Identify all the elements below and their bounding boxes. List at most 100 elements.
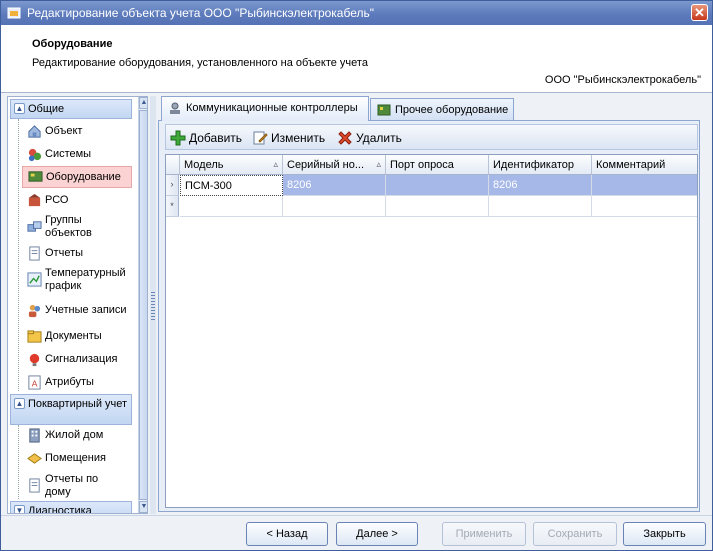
plus-icon (170, 130, 186, 146)
column-header-comment[interactable]: Комментарий (592, 155, 697, 175)
sidebar-group-label: Поквартирный учет (28, 398, 128, 410)
table-cell[interactable] (592, 196, 697, 217)
sidebar-item-equipment[interactable]: Оборудование (22, 166, 132, 188)
new-row-indicator[interactable]: * (166, 196, 179, 217)
sidebar-item-reports[interactable]: Отчеты (22, 245, 132, 263)
sidebar-item-label: Атрибуты (45, 376, 94, 388)
sidebar-item-label: Отчеты по дому (45, 473, 99, 498)
controller-icon (170, 102, 180, 114)
scroll-down-icon[interactable]: ▼ (139, 501, 147, 513)
sidebar-item-groups[interactable]: Группы объектов (22, 213, 132, 241)
scrollbar-thumb[interactable] (139, 110, 147, 500)
panel-splitter[interactable] (150, 96, 156, 514)
chevron-up-icon[interactable]: ▲ (14, 398, 25, 409)
board-icon (377, 104, 391, 116)
page-header: Оборудование Редактирование оборудования… (1, 25, 712, 93)
table-cell[interactable]: 8206 (489, 175, 592, 196)
chevron-down-icon[interactable]: ▼ (14, 505, 25, 513)
sidebar-item-label: Учетные записи (45, 304, 127, 316)
sidebar-group-diagnostics[interactable]: ▼ Диагностика (10, 501, 132, 513)
report-icon (29, 246, 40, 261)
row-indicator[interactable]: › (166, 175, 179, 196)
app-icon (7, 7, 21, 19)
sidebar-item-label: Группы объектов (45, 214, 92, 239)
table-cell[interactable] (592, 175, 697, 196)
sidebar-group-apartment[interactable]: ▲ Поквартирный учет (10, 394, 132, 425)
column-header-model[interactable]: Модель ▵ (180, 155, 283, 175)
table-cell[interactable] (180, 196, 283, 217)
edit-button-label: Изменить (271, 131, 326, 145)
table-cell[interactable]: ПСМ-300 (180, 175, 283, 196)
sidebar-item-label: Жилой дом (45, 429, 104, 441)
table-cell[interactable] (283, 196, 386, 217)
sidebar-item-object[interactable]: Объект (22, 123, 132, 141)
edit-button[interactable]: Изменить (252, 128, 332, 148)
close-window-button[interactable]: ✕ (691, 4, 708, 21)
sidebar-item-attributes[interactable]: A Атрибуты (22, 374, 132, 392)
sidebar-item-rso[interactable]: РСО (22, 192, 132, 210)
delete-button[interactable]: Удалить (337, 128, 409, 148)
sidebar-group-label: Общие (28, 103, 65, 115)
table-cell[interactable] (489, 196, 592, 217)
add-button[interactable]: Добавить (170, 128, 246, 148)
rooms-icon (27, 453, 42, 464)
table-cell[interactable] (386, 175, 489, 196)
chevron-up-icon[interactable]: ▲ (14, 103, 25, 114)
sidebar-group-general[interactable]: ▲ Общие (10, 99, 132, 119)
report-icon (29, 478, 40, 493)
sidebar-item-temperature-chart[interactable]: Температурный график (22, 266, 132, 294)
apply-button[interactable]: Применить (442, 522, 526, 546)
sidebar-item-accounts[interactable]: Учетные записи (22, 302, 132, 320)
page-description: Редактирование оборудования, установленн… (32, 57, 368, 69)
tab-label: Прочее оборудование (395, 104, 509, 116)
sidebar-item-rooms[interactable]: Помещения (22, 450, 132, 468)
tab-other-equipment[interactable]: Прочее оборудование (370, 98, 514, 120)
equipment-icon (28, 171, 43, 182)
sidebar: ▲ Общие Объект Системы Оборудование РСО … (7, 96, 148, 514)
sort-icon: ▵ (273, 159, 278, 169)
column-header-serial[interactable]: Серийный но... ▵ (283, 155, 386, 175)
sidebar-item-label: Отчеты (45, 247, 84, 259)
organization-name: ООО "Рыбинскэлектрокабель" (544, 74, 701, 86)
grid-toolbar: Добавить Изменить Удалить (165, 124, 698, 150)
column-header-label: Идентификатор (493, 159, 574, 171)
sidebar-item-label: Объект (45, 125, 83, 137)
delete-button-label: Удалить (356, 131, 402, 145)
sidebar-item-residential-building[interactable]: Жилой дом (22, 427, 132, 445)
close-button[interactable]: Закрыть (623, 522, 706, 546)
tab-communication-controllers[interactable]: Коммуникационные контроллеры (161, 96, 369, 121)
tabs-area: Коммуникационные контроллеры Прочее обор… (158, 96, 706, 514)
title-bar[interactable]: Редактирование объекта учета ООО "Рыбинс… (1, 1, 712, 25)
splitter-grip-icon[interactable] (151, 292, 155, 320)
column-header-label: Порт опроса (390, 159, 454, 171)
documents-icon (27, 330, 42, 343)
cell-value: 8206 (493, 179, 518, 191)
sidebar-scrollbar[interactable]: ▲ ▼ (138, 97, 147, 513)
column-header-port[interactable]: Порт опроса (386, 155, 489, 175)
table-cell[interactable] (386, 196, 489, 217)
sidebar-item-label: Системы (45, 148, 92, 160)
back-button[interactable]: < Назад (246, 522, 328, 546)
building-icon (29, 428, 40, 443)
dialog-window: Редактирование объекта учета ООО "Рыбинс… (0, 0, 713, 551)
window-title: Редактирование объекта учета ООО "Рыбинс… (27, 6, 375, 20)
save-button[interactable]: Сохранить (533, 522, 617, 546)
sidebar-item-systems[interactable]: Системы (22, 146, 132, 164)
users-icon (28, 304, 41, 318)
rso-icon (28, 193, 41, 207)
sidebar-item-alarm[interactable]: Сигнализация (22, 351, 132, 369)
delete-icon (338, 131, 352, 145)
column-header-identifier[interactable]: Идентификатор (489, 155, 592, 175)
table-cell[interactable]: 8206 (283, 175, 386, 196)
dialog-buttons: < Назад Далее > Применить Сохранить Закр… (1, 515, 712, 550)
sidebar-item-label: РСО (45, 194, 69, 206)
next-button[interactable]: Далее > (336, 522, 418, 546)
groups-icon (27, 221, 42, 232)
column-header-label: Серийный но... (287, 159, 365, 171)
sidebar-item-documents[interactable]: Документы (22, 328, 132, 346)
sidebar-item-label: Документы (45, 330, 102, 342)
attributes-icon: A (28, 375, 41, 390)
svg-text:A: A (32, 378, 38, 388)
scroll-up-icon[interactable]: ▲ (139, 97, 147, 109)
sidebar-item-house-reports[interactable]: Отчеты по дому (22, 472, 132, 500)
